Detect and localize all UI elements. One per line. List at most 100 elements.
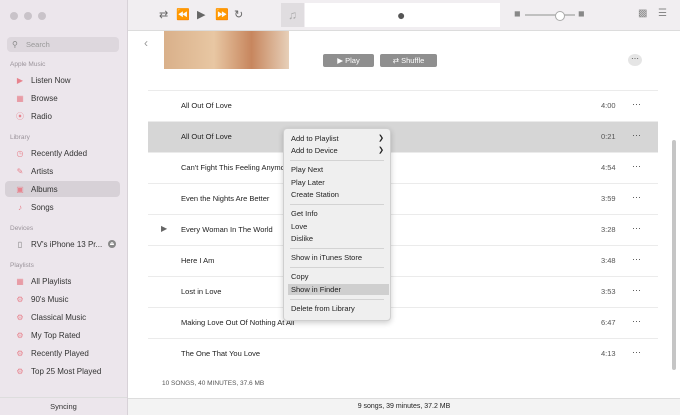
window-controls [10, 12, 46, 20]
scrollbar[interactable] [672, 140, 676, 370]
menu-item-add-to-playlist[interactable]: Add to Playlist ❯ [288, 133, 389, 144]
more-icon[interactable]: ⋯ [632, 285, 641, 296]
menu-item-love[interactable]: Love [288, 221, 389, 232]
sidebar-item-recently-added[interactable]: ◷ Recently Added [5, 145, 120, 161]
gear-icon: ⚙ [16, 366, 24, 376]
shuffle-button[interactable]: ⇄ Shuffle [380, 54, 437, 67]
table-row[interactable]: The One That You Love 4:13 ⋯ [148, 338, 658, 370]
more-icon[interactable]: ⋯ [632, 161, 641, 172]
table-row[interactable]: Even the Nights Are Better 3:59 ⋯ [148, 183, 658, 215]
track-title: All Out Of Love [181, 132, 232, 141]
table-row[interactable]: Making Love Out Of Nothing At All 6:47 ⋯ [148, 307, 658, 339]
track-time: 3:28 [601, 225, 616, 234]
sidebar-item-all-playlists[interactable]: ▦ All Playlists [5, 273, 120, 289]
table-row[interactable]: Lost in Love 3:53 ⋯ [148, 276, 658, 308]
more-icon[interactable]: ⋯ [632, 254, 641, 265]
menu-item-copy[interactable]: Copy [288, 271, 389, 282]
repeat-icon[interactable]: ↻ [234, 8, 243, 21]
lyrics-icon[interactable]: ▩ [638, 8, 647, 19]
sidebar-item-device[interactable]: ▯ RV's iPhone 13 Pr... ⏏ [5, 236, 120, 252]
up-next-icon[interactable]: ☰ [658, 8, 667, 19]
track-title: The One That You Love [181, 349, 261, 358]
radio-icon: ⦿ [16, 111, 24, 121]
track-title: Lost in Love [181, 287, 222, 296]
more-icon[interactable]: ⋯ [632, 223, 641, 234]
status-bar: 9 songs, 39 minutes, 37.2 MB [128, 398, 680, 415]
zoom-window-button[interactable] [38, 12, 46, 20]
gear-icon: ⚙ [16, 330, 24, 340]
sidebar-item-my-top-rated[interactable]: ⚙ My Top Rated [5, 327, 120, 343]
table-row[interactable]: ▶ Every Woman In The World 3:28 ⋯ [148, 214, 658, 246]
album-more-button[interactable]: ⋯ [628, 54, 642, 66]
sidebar-item-label: Albums [31, 184, 58, 194]
sidebar-item-browse[interactable]: ▦ Browse [5, 90, 120, 106]
table-row[interactable]: Here I Am 3:48 ⋯ [148, 245, 658, 277]
play-row-icon[interactable]: ▶ [161, 224, 167, 233]
eject-icon[interactable]: ⏏ [108, 240, 116, 248]
more-icon[interactable]: ⋯ [632, 192, 641, 203]
sidebar-item-label: Songs [31, 202, 54, 212]
sidebar-item-listen-now[interactable]: ▶ Listen Now [5, 72, 120, 88]
section-playlists: Playlists [10, 262, 34, 269]
volume-slider[interactable] [525, 11, 575, 21]
menu-item-play-next[interactable]: Play Next [288, 164, 389, 175]
more-icon[interactable]: ⋯ [632, 99, 641, 110]
menu-item-show-in-finder[interactable]: Show in Finder [288, 284, 389, 295]
sidebar: ⚲ Search Apple Music ▶ Listen Now ▦ Brow… [0, 0, 128, 415]
player-toolbar: ⇄ ⏪ ▶ ⏩ ↻ ♫ ● ◼ ◼ ▩ ☰ [128, 0, 680, 31]
menu-item-delete-from-library[interactable]: Delete from Library [288, 303, 389, 314]
next-icon[interactable]: ⏩ [215, 8, 229, 21]
sidebar-item-label: All Playlists [31, 276, 72, 286]
sidebar-item-songs[interactable]: ♪ Songs [5, 199, 120, 215]
gear-icon: ⚙ [16, 294, 24, 304]
chevron-right-icon: ❯ [378, 147, 384, 154]
sidebar-item-label: 90's Music [31, 294, 69, 304]
track-title: Here I Am [181, 256, 215, 265]
table-row[interactable]: Can't Fight This Feeling Anymore 4:54 ⋯ [148, 152, 658, 184]
menu-item-create-station[interactable]: Create Station [288, 189, 389, 200]
sidebar-item-artists[interactable]: ✎ Artists [5, 163, 120, 179]
volume-slider-knob[interactable] [555, 11, 565, 21]
sidebar-item-label: Top 25 Most Played [31, 366, 102, 376]
more-icon[interactable]: ⋯ [632, 130, 641, 141]
sidebar-item-recently-played[interactable]: ⚙ Recently Played [5, 345, 120, 361]
phone-icon: ▯ [17, 239, 23, 249]
play-button-label: Play [345, 56, 360, 65]
sidebar-item-90s-music[interactable]: ⚙ 90's Music [5, 291, 120, 307]
album-summary: 10 SONGS, 40 MINUTES, 37.6 MB [162, 380, 265, 387]
menu-item-dislike[interactable]: Dislike [288, 233, 389, 244]
note-icon: ♪ [18, 202, 22, 212]
sidebar-item-label: Classical Music [31, 312, 87, 322]
menu-item-get-info[interactable]: Get Info [288, 208, 389, 219]
close-window-button[interactable] [10, 12, 18, 20]
minimize-window-button[interactable] [24, 12, 32, 20]
track-time: 4:54 [601, 163, 616, 172]
search-placeholder: Search [26, 40, 50, 49]
album-icon: ▣ [16, 184, 24, 194]
search-input[interactable]: ⚲ Search [7, 37, 119, 52]
context-menu: Add to Playlist ❯ Add to Device ❯ Play Nex… [283, 128, 391, 321]
previous-icon[interactable]: ⏪ [176, 8, 190, 21]
sidebar-item-top-25-most-played[interactable]: ⚙ Top 25 Most Played [5, 363, 120, 379]
more-icon[interactable]: ⋯ [632, 316, 641, 327]
play-button[interactable]: ▶ Play [323, 54, 374, 67]
table-row[interactable]: All Out Of Love 4:00 ⋯ [148, 90, 658, 122]
now-playing-display: ● [305, 3, 500, 27]
table-row-selected[interactable]: All Out Of Love 0:21 ⋯ [148, 121, 658, 153]
apple-logo-icon: ● [397, 7, 406, 23]
menu-item-add-to-device[interactable]: Add to Device ❯ [288, 145, 389, 156]
menu-item-play-later[interactable]: Play Later [288, 177, 389, 188]
sidebar-item-albums[interactable]: ▣ Albums [5, 181, 120, 197]
back-chevron-icon[interactable]: ‹ [144, 36, 148, 50]
sidebar-item-label: RV's iPhone 13 Pr... [31, 239, 103, 249]
menu-separator [290, 248, 384, 249]
menu-item-show-itunes-store[interactable]: Show in iTunes Store [288, 252, 389, 263]
sidebar-item-label: Recently Added [31, 148, 88, 158]
sidebar-item-label: Radio [31, 111, 52, 121]
volume-low-icon: ◼ [514, 9, 521, 18]
shuffle-icon[interactable]: ⇄ [159, 8, 168, 21]
sidebar-item-radio[interactable]: ⦿ Radio [5, 108, 120, 124]
sidebar-item-classical-music[interactable]: ⚙ Classical Music [5, 309, 120, 325]
play-icon[interactable]: ▶ [197, 8, 205, 21]
more-icon[interactable]: ⋯ [632, 347, 641, 358]
